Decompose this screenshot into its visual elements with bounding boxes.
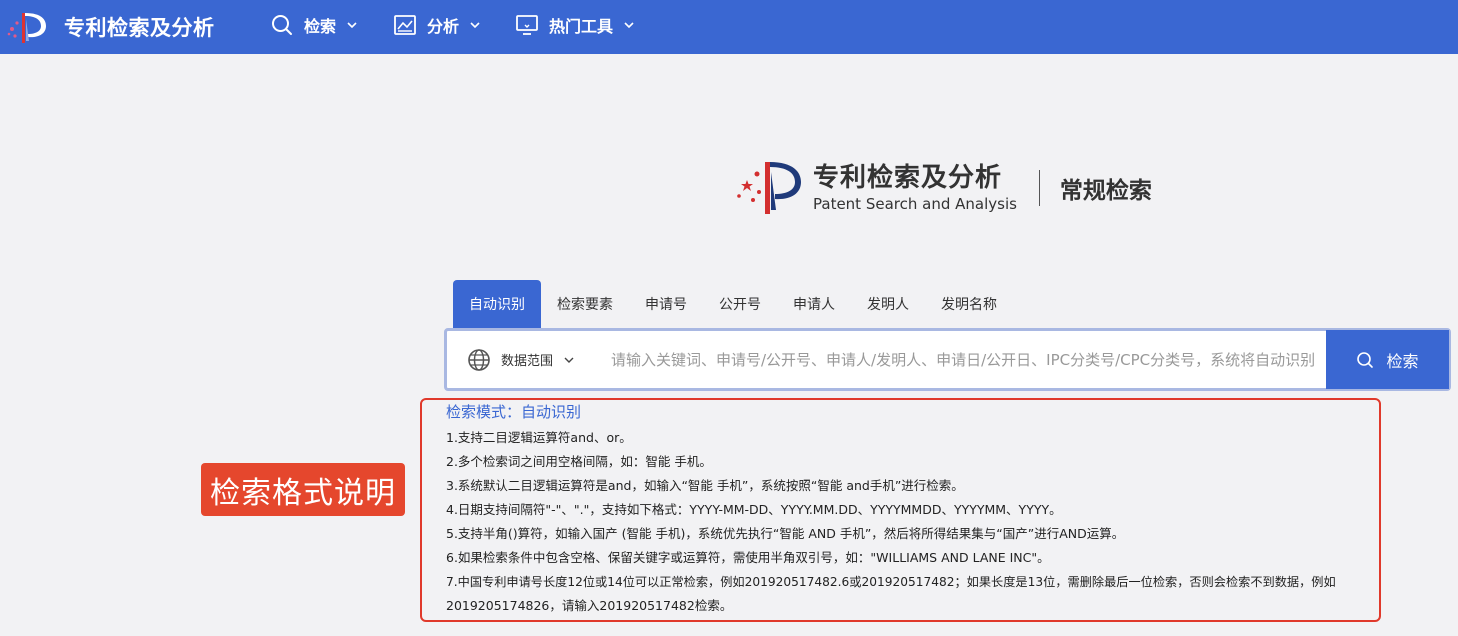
tab-application-number[interactable]: 申请号 <box>629 280 703 328</box>
help-line: 5.支持半角()算符，如输入国产 (智能 手机)，系统优先执行“智能 AND 手… <box>446 526 1125 541</box>
globe-icon <box>468 348 490 371</box>
tab-search-elements[interactable]: 检索要素 <box>541 280 629 328</box>
help-line: 3.系统默认二目逻辑运算符是and，如输入“智能 手机”，系统按照“智能 and… <box>446 478 964 493</box>
nav-tools-menu[interactable]: 热门工具 <box>515 13 635 37</box>
nav-analysis-label: 分析 <box>427 17 460 36</box>
tab-auto-detect[interactable]: 自动识别 <box>453 280 541 328</box>
hero-title-en: Patent Search and Analysis <box>813 195 1017 213</box>
data-scope-label: 数据范围 <box>501 354 554 369</box>
search-button-label: 检索 <box>1386 353 1419 371</box>
search-mode-title: 常规检索 <box>1059 178 1152 204</box>
search-format-annotation: 检索格式说明 <box>201 463 405 516</box>
tab-publication-number[interactable]: 公开号 <box>703 280 777 328</box>
nav-analysis-menu[interactable]: 分析 <box>393 13 481 37</box>
search-tabs: 自动识别 检索要素 申请号 公开号 申请人 发明人 发明名称 <box>453 280 1013 328</box>
tab-applicant[interactable]: 申请人 <box>777 280 851 328</box>
tab-invention-title[interactable]: 发明名称 <box>925 280 1013 328</box>
nav-tools-label: 热门工具 <box>549 17 614 36</box>
search-help-box: 检索模式：自动识别 1.支持二目逻辑运算符and、or。 2.多个检索词之间用空… <box>420 398 1381 622</box>
app-title: 专利检索及分析 <box>64 16 215 40</box>
hero-title-cn: 专利检索及分析 <box>813 163 1003 193</box>
tab-inventor[interactable]: 发明人 <box>851 280 925 328</box>
analysis-chart-icon <box>394 15 416 35</box>
search-bar: 数据范围 检索 <box>444 328 1451 391</box>
patent-logo-icon <box>737 162 801 214</box>
help-line: 2.多个检索词之间用空格间隔，如：智能 手机。 <box>446 454 712 469</box>
search-button[interactable]: 检索 <box>1326 330 1449 389</box>
help-line: 4.日期支持间隔符"-"、"."，支持如下格式：YYYY-MM-DD、YYYY.… <box>446 502 1062 517</box>
hero-header: 专利检索及分析 Patent Search and Analysis 常规检索 <box>735 158 1152 218</box>
search-input[interactable] <box>597 331 1326 388</box>
top-navbar: 专利检索及分析 检索 分析 热门工具 <box>0 0 1458 54</box>
brand[interactable]: 专利检索及分析 <box>6 7 215 47</box>
monitor-icon <box>516 15 538 35</box>
chevron-down-icon <box>470 22 480 29</box>
help-line: 1.支持二目逻辑运算符and、or。 <box>446 430 632 445</box>
nav-search-menu[interactable]: 检索 <box>270 13 358 37</box>
help-line: 2019205174826，请输入201920517482检索。 <box>446 598 733 613</box>
help-line: 7.中国专利申请号长度12位或14位可以正常检索，例如201920517482.… <box>446 575 1336 589</box>
logo-icon <box>7 13 46 43</box>
data-scope-dropdown[interactable]: 数据范围 <box>447 331 597 388</box>
nav-search-label: 检索 <box>304 17 337 36</box>
chevron-down-icon <box>624 22 634 29</box>
search-icon <box>272 15 292 35</box>
help-search-mode: 检索模式：自动识别 <box>446 403 582 421</box>
divider <box>1038 170 1040 206</box>
search-icon <box>1357 351 1374 368</box>
chevron-down-icon <box>347 22 357 29</box>
chevron-down-icon <box>564 357 574 363</box>
help-line: 6.如果检索条件中包含空格、保留关键字或运算符，需使用半角双引号，如："WILL… <box>446 550 1050 565</box>
